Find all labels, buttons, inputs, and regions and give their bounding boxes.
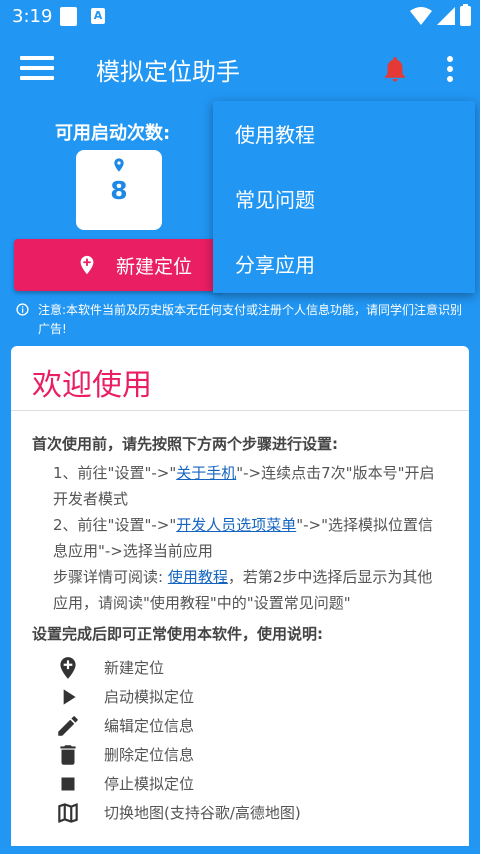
- signal-icon: [437, 7, 455, 25]
- footer: www.xmstudio.top | 微信公众号：香喷喷哒豆腐: [106, 829, 374, 843]
- overflow-menu: 使用教程 常见问题 分享应用: [213, 101, 475, 293]
- menu-item-tutorial[interactable]: 使用教程: [235, 119, 315, 148]
- notice-banner: 注意:本软件当前及历史版本无任何支付或注册个人信息功能，请同学们注意识别广告!: [16, 301, 471, 339]
- stop-icon: [61, 777, 75, 791]
- new-location-label: 新建定位: [116, 256, 193, 278]
- play-icon: [63, 689, 76, 705]
- status-time: 3:19: [12, 6, 53, 27]
- usage-item-edit: 编辑定位信息: [11, 711, 469, 740]
- launch-count-label: 可用启动次数:: [55, 123, 171, 144]
- usage-item-new-location: 新建定位: [11, 653, 469, 682]
- usage-label: 启动模拟定位: [104, 688, 195, 706]
- tutorial-link[interactable]: 使用教程: [168, 568, 228, 586]
- usage-item-delete: 删除定位信息: [11, 740, 469, 769]
- menu-item-share[interactable]: 分享应用: [235, 249, 315, 278]
- usage-item-start: 启动模拟定位: [11, 682, 469, 711]
- usage-label: 删除定位信息: [104, 746, 195, 764]
- add-location-icon: [60, 657, 76, 679]
- step-detail-prefix: 步骤详情可阅读:: [53, 568, 168, 586]
- map-icon: [58, 803, 78, 823]
- developer-options-link[interactable]: 开发人员选项菜单: [176, 516, 296, 534]
- usage-label: 新建定位: [104, 659, 165, 677]
- new-location-button[interactable]: 新建定位: [14, 239, 224, 291]
- status-bar: 3:19 A: [0, 0, 480, 34]
- edit-icon: [58, 716, 78, 736]
- usage-item-map: 切换地图(支持谷歌/高德地图): [11, 798, 469, 827]
- bell-icon[interactable]: [380, 54, 410, 84]
- divider: [11, 410, 469, 411]
- welcome-card: 欢迎使用 首次使用前，请先按照下方两个步骤进行设置: 1、前往"设置"->"关于…: [11, 346, 469, 846]
- usage-item-stop: 停止模拟定位: [11, 769, 469, 798]
- info-icon: [16, 303, 29, 316]
- about-phone-link[interactable]: 关于手机: [176, 464, 236, 482]
- wifi-icon: [410, 7, 432, 25]
- menu-item-faq[interactable]: 常见问题: [235, 184, 315, 213]
- app-bar: 模拟定位助手: [0, 34, 480, 104]
- usage-label: 停止模拟定位: [104, 775, 195, 793]
- step-2-prefix: 2、前往"设置"->": [53, 516, 177, 534]
- step-1: 1、前往"设置"->"关于手机"->连续点击7次"版本号"开启开发者模式: [53, 460, 447, 512]
- hamburger-menu-button[interactable]: [20, 56, 54, 82]
- app-title: 模拟定位助手: [96, 58, 240, 86]
- more-options-button[interactable]: [444, 56, 456, 82]
- usage-label: 编辑定位信息: [104, 717, 195, 735]
- usage-label: 切换地图(支持谷歌/高德地图): [104, 804, 301, 822]
- usage-heading: 设置完成后即可正常使用本软件，使用说明:: [32, 625, 324, 643]
- step-detail: 步骤详情可阅读: 使用教程，若第2步中选择后显示为其他应用，请阅读"使用教程"中…: [53, 564, 447, 616]
- step-1-prefix: 1、前往"设置"->": [53, 464, 177, 482]
- step-2: 2、前往"设置"->"开发人员选项菜单"->"选择模拟位置信息应用"->选择当前…: [53, 512, 447, 564]
- delete-icon: [60, 745, 76, 765]
- location-pin-icon: [114, 158, 124, 172]
- notification-a-icon: A: [91, 8, 105, 24]
- battery-icon: [460, 4, 471, 26]
- intro-text: 首次使用前，请先按照下方两个步骤进行设置:: [32, 435, 339, 453]
- welcome-title: 欢迎使用: [32, 368, 152, 403]
- notice-text: 注意:本软件当前及历史版本无任何支付或注册个人信息功能，请同学们注意识别广告!: [38, 303, 463, 336]
- launch-count-card: 8: [76, 150, 162, 230]
- add-location-icon: [80, 255, 94, 275]
- notification-square-icon: [60, 7, 77, 26]
- launch-count-value: 8: [110, 176, 128, 205]
